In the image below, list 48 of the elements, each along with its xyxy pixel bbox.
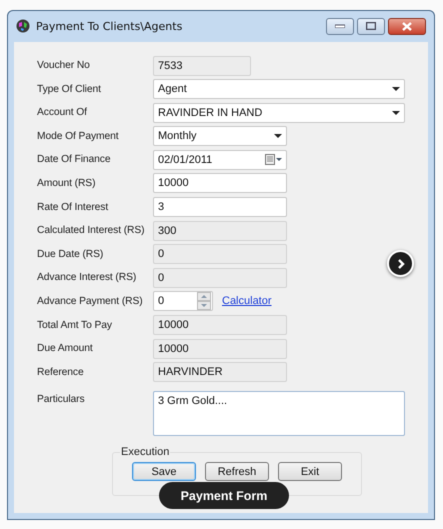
read-only-field: 10000 xyxy=(153,338,287,359)
field-label: Total Amt To Pay xyxy=(37,320,113,331)
action-button[interactable]: Save xyxy=(132,462,196,482)
read-only-field: 0 xyxy=(153,244,287,264)
read-only-field: 0 xyxy=(153,268,287,288)
minimize-button[interactable] xyxy=(326,18,354,34)
field-label: Account Of xyxy=(37,107,88,118)
calculator-link[interactable]: Calculator xyxy=(222,295,272,308)
field-label: Due Amount xyxy=(37,343,94,354)
dropdown-field[interactable]: RAVINDER IN HAND xyxy=(153,102,405,123)
field-label: Voucher No xyxy=(37,60,91,71)
field-label: Due Date (RS) xyxy=(37,248,104,260)
read-only-field: 300 xyxy=(153,220,287,241)
text-area[interactable]: 3 Grm Gold.... xyxy=(153,391,405,436)
dropdown-field[interactable]: Monthly xyxy=(153,126,287,146)
field-label: Date Of Finance xyxy=(37,154,112,166)
window-title: Payment To Clients\Agents xyxy=(36,20,182,32)
minimize-icon xyxy=(335,24,345,28)
field-label: Advance Payment (RS) xyxy=(37,296,144,307)
maximize-button[interactable] xyxy=(357,18,385,34)
field-label: Type Of Client xyxy=(37,84,102,95)
field-label: Advance Interest (RS) xyxy=(37,272,138,284)
caret-icon xyxy=(392,87,400,92)
close-button[interactable] xyxy=(388,18,426,34)
field-label: Reference xyxy=(37,366,85,378)
date-picker-field[interactable]: 02/01/2011 xyxy=(153,150,287,170)
input-field[interactable]: 3 xyxy=(153,197,287,218)
caret-icon xyxy=(274,134,282,138)
number-spinner-field[interactable]: 0 xyxy=(153,291,213,312)
read-only-field: 10000 xyxy=(153,315,287,336)
read-only-field: 7533 xyxy=(153,56,251,76)
field-label: Calculated Interest (RS) xyxy=(37,225,146,236)
caption-label: Payment Form xyxy=(159,482,289,509)
field-label: Amount (RS) xyxy=(37,178,96,189)
close-icon xyxy=(401,22,413,30)
globe-icon xyxy=(16,19,30,33)
maximize-icon xyxy=(366,22,376,30)
field-label: Mode Of Payment xyxy=(37,130,120,142)
action-button[interactable]: Exit xyxy=(278,462,342,482)
group-title: Execution xyxy=(120,446,170,458)
read-only-field: HARVINDER xyxy=(153,362,287,382)
input-field[interactable]: 10000 xyxy=(153,173,287,194)
field-label: Rate Of Interest xyxy=(37,202,110,213)
caret-icon xyxy=(392,110,400,115)
dropdown-field[interactable]: Agent xyxy=(153,79,405,100)
field-label: Particulars xyxy=(37,393,86,406)
action-button[interactable]: Refresh xyxy=(205,462,269,482)
calendar-icon xyxy=(265,154,282,166)
